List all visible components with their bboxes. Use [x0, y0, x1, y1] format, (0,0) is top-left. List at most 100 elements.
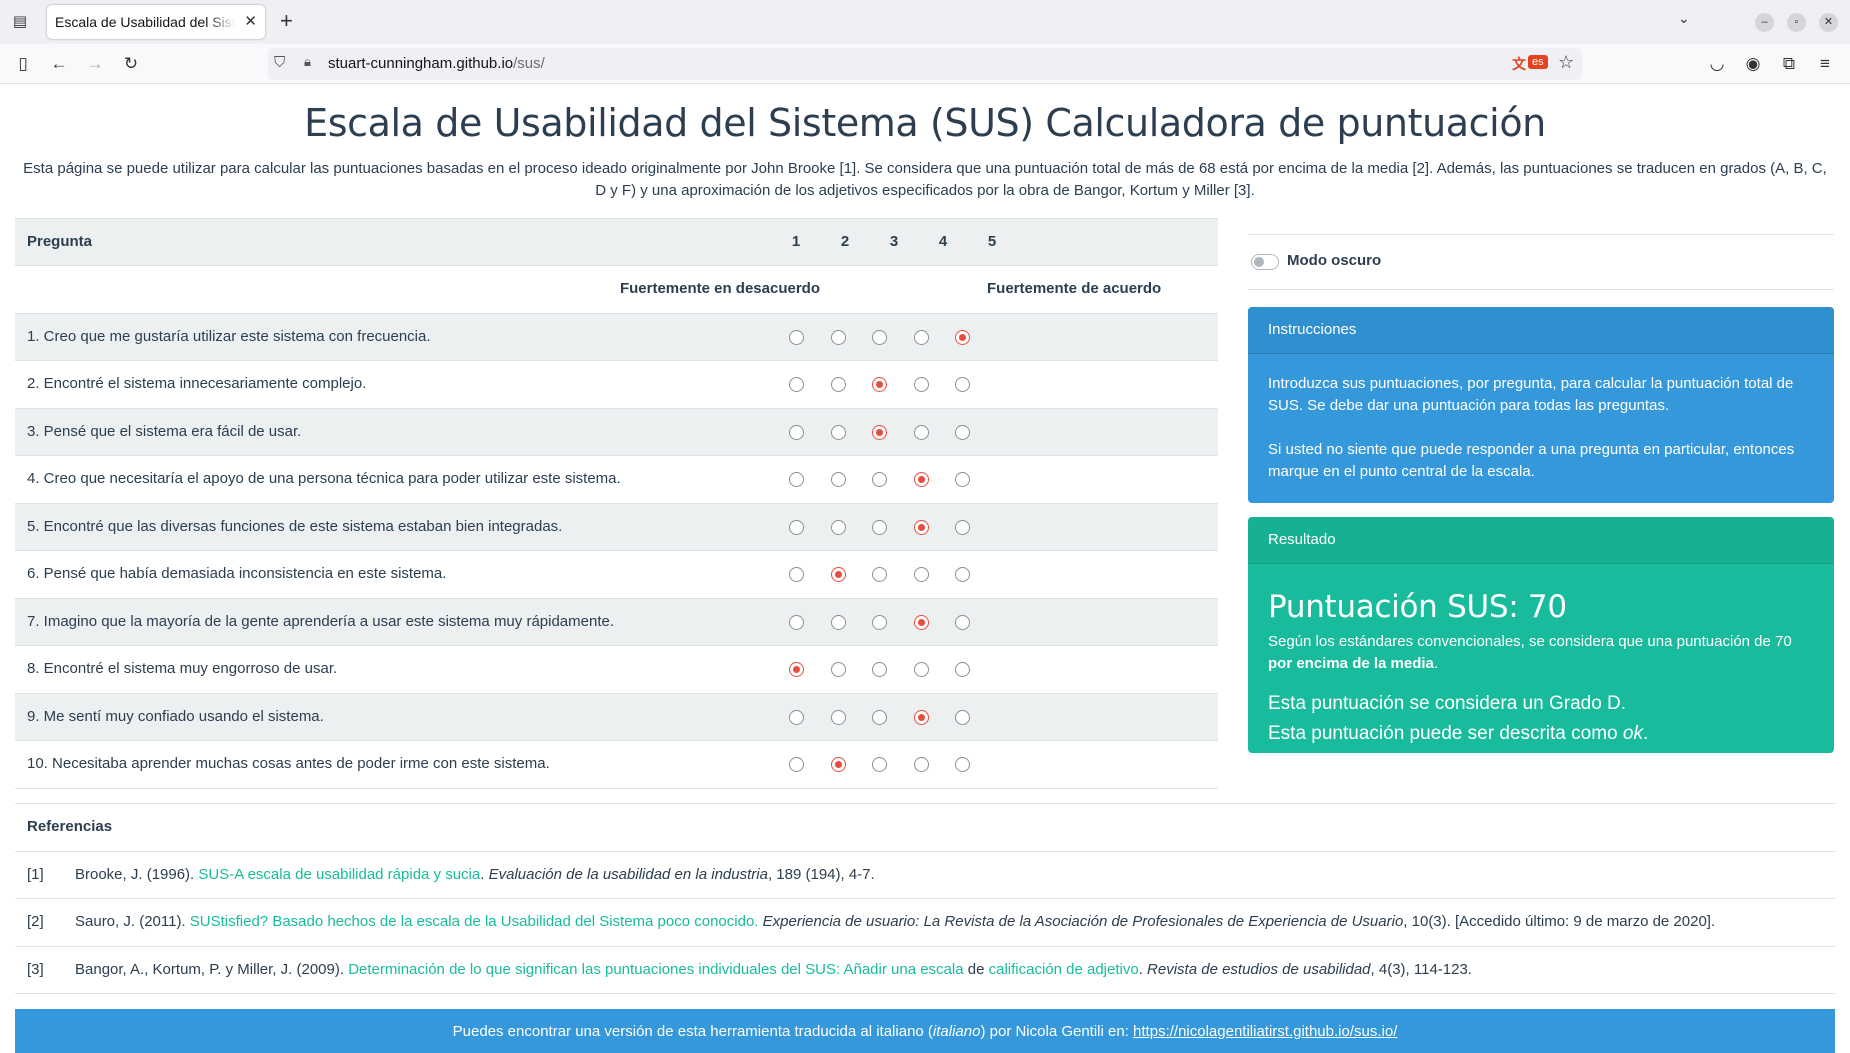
footer-link[interactable]: https://nicolagentiliatirst.github.io/su…: [1133, 1023, 1397, 1040]
question-2-option-1-radio[interactable]: [789, 377, 804, 392]
reference-link[interactable]: SUS-A escala de usabilidad rápida y suci…: [198, 866, 480, 883]
question-6-option-4-radio[interactable]: [914, 567, 929, 582]
question-5-option-5-radio[interactable]: [955, 519, 970, 535]
question-row: 3. Pensé que el sistema era fácil de usa…: [15, 408, 1218, 456]
sus-score: Puntuación SUS: 70: [1268, 589, 1567, 625]
url-text[interactable]: stuart-cunningham.github.io/sus/: [328, 55, 545, 72]
question-9-option-3-radio[interactable]: [872, 709, 887, 725]
instructions-paragraph-1: Introduzca sus puntuaciones, por pregunt…: [1268, 375, 1794, 414]
address-bar[interactable]: ⛉ 🔒︎ stuart-cunningham.github.io/sus/ 文 …: [268, 48, 1582, 80]
question-6-option-2-radio[interactable]: [831, 567, 846, 582]
sidebar-toggle-icon[interactable]: ▯: [12, 53, 34, 75]
lock-icon[interactable]: 🔒︎: [304, 54, 311, 70]
question-7-option-1-radio[interactable]: [789, 614, 804, 630]
question-1-option-5-radio[interactable]: [955, 329, 970, 345]
menu-icon[interactable]: ≡: [1814, 53, 1836, 75]
question-7-option-3-radio[interactable]: [872, 614, 887, 630]
question-3-option-3-radio[interactable]: [872, 424, 887, 440]
tab-list-icon[interactable]: ▤: [10, 12, 30, 32]
bookmark-star-icon[interactable]: ☆: [1558, 52, 1574, 73]
question-6-option-3-radio[interactable]: [872, 567, 887, 582]
question-3-option-4-radio[interactable]: [914, 424, 929, 440]
reference-link[interactable]: Determinación de lo que significan las p…: [348, 961, 963, 978]
question-2-option-4-radio[interactable]: [914, 377, 929, 392]
above-average-text: por encima de la media: [1268, 655, 1434, 672]
question-10-option-3-radio[interactable]: [872, 757, 887, 772]
question-text: 9. Me sentí muy confiado usando el siste…: [27, 707, 324, 725]
reference-link[interactable]: SUStisfied? Basado hechos de la escala d…: [190, 913, 759, 930]
question-text: 3. Pensé que el sistema era fácil de usa…: [27, 422, 302, 440]
reference-link-2[interactable]: calificación de adjetivo: [989, 961, 1139, 978]
scale-label-agree: Fuertemente de acuerdo: [987, 280, 1162, 297]
question-2-option-5-radio[interactable]: [955, 377, 970, 392]
forward-icon[interactable]: →: [84, 53, 106, 75]
question-8-option-2-radio[interactable]: [831, 662, 846, 677]
question-8-option-3-radio[interactable]: [872, 662, 887, 677]
footer-banner: Puedes encontrar una versión de esta her…: [15, 1009, 1835, 1053]
question-3-option-5-radio[interactable]: [955, 424, 970, 440]
question-5-option-4-radio[interactable]: [914, 519, 929, 535]
translate-lang-badge[interactable]: es: [1528, 55, 1548, 69]
tab-close-icon[interactable]: ✕: [244, 12, 257, 30]
question-7-option-2-radio[interactable]: [831, 614, 846, 630]
dark-mode-label: Modo oscuro: [1287, 252, 1382, 269]
question-6-option-5-radio[interactable]: [955, 567, 970, 582]
question-9-option-5-radio[interactable]: [955, 709, 970, 725]
question-9-option-1-radio[interactable]: [789, 709, 804, 725]
question-4-option-1-radio[interactable]: [789, 472, 804, 487]
account-icon[interactable]: ◉: [1742, 53, 1764, 75]
question-10-option-4-radio[interactable]: [914, 757, 929, 772]
question-row: 4. Creo que necesitaría el apoyo de una …: [15, 456, 1218, 504]
tab-overflow-chevron-icon[interactable]: ⌄: [1678, 10, 1690, 27]
new-tab-icon[interactable]: +: [280, 9, 293, 33]
minimize-icon[interactable]: –: [1755, 13, 1774, 32]
question-4-option-2-radio[interactable]: [831, 472, 846, 487]
shield-icon[interactable]: ⛉: [274, 54, 285, 71]
column-header-3: 3: [889, 233, 899, 250]
question-8-option-4-radio[interactable]: [914, 662, 929, 677]
question-5-option-1-radio[interactable]: [789, 519, 804, 535]
reference-text: Bangor, A., Kortum, P. y Miller, J. (200…: [75, 960, 1472, 978]
question-2-option-3-radio[interactable]: [872, 377, 887, 392]
dark-mode-toggle[interactable]: [1251, 254, 1279, 270]
scale-label-disagree: Fuertemente en desacuerdo: [619, 280, 820, 297]
question-4-option-5-radio[interactable]: [955, 472, 970, 487]
column-header-4: 4: [938, 233, 948, 250]
question-10-option-1-radio[interactable]: [789, 757, 804, 772]
restore-icon[interactable]: ▫: [1787, 13, 1806, 32]
page-content: Escala de Usabilidad del Sistema (SUS) C…: [0, 85, 1850, 1053]
question-8-option-1-radio[interactable]: [789, 662, 804, 677]
question-3-option-2-radio[interactable]: [831, 424, 846, 440]
question-5-option-2-radio[interactable]: [831, 519, 846, 535]
extensions-icon[interactable]: ⧉: [1778, 53, 1800, 75]
reference-row: [1] Brooke, J. (1996). SUS-A escala de u…: [15, 852, 1835, 899]
question-4-option-4-radio[interactable]: [914, 472, 929, 487]
question-2-option-2-radio[interactable]: [831, 377, 846, 392]
question-9-option-4-radio[interactable]: [914, 709, 929, 725]
browser-tab-active[interactable]: Escala de Usabilidad del Sistema (SUS) C…: [47, 5, 265, 39]
back-icon[interactable]: ←: [48, 53, 70, 75]
question-1-option-1-radio[interactable]: [789, 329, 804, 345]
question-1-option-3-radio[interactable]: [872, 329, 887, 345]
question-6-option-1-radio[interactable]: [789, 567, 804, 582]
pocket-icon[interactable]: ◡: [1706, 53, 1728, 75]
question-row: 7. Imagino que la mayoría de la gente ap…: [15, 598, 1218, 646]
question-1-option-4-radio[interactable]: [914, 329, 929, 345]
question-5-option-3-radio[interactable]: [872, 519, 887, 535]
instructions-paragraph-2: Si usted no siente que puede responder a…: [1268, 441, 1795, 480]
close-window-icon[interactable]: ✕: [1819, 13, 1838, 32]
question-8-option-5-radio[interactable]: [955, 662, 970, 677]
translate-icon[interactable]: 文: [1512, 54, 1526, 74]
question-7-option-5-radio[interactable]: [955, 614, 970, 630]
question-10-option-5-radio[interactable]: [955, 757, 970, 772]
question-1-option-2-radio[interactable]: [831, 329, 846, 345]
question-10-option-2-radio[interactable]: [831, 757, 846, 772]
question-text: 6. Pensé que había demasiada inconsisten…: [27, 565, 447, 582]
tab-title: Escala de Usabilidad del Sistema (SUS) C…: [55, 14, 235, 30]
question-4-option-3-radio[interactable]: [872, 472, 887, 487]
question-9-option-2-radio[interactable]: [831, 709, 846, 725]
reload-icon[interactable]: ↻: [120, 53, 142, 75]
reference-row: [2] Sauro, J. (2011). SUStisfied? Basado…: [15, 899, 1835, 947]
question-3-option-1-radio[interactable]: [789, 424, 804, 440]
question-7-option-4-radio[interactable]: [914, 614, 929, 630]
